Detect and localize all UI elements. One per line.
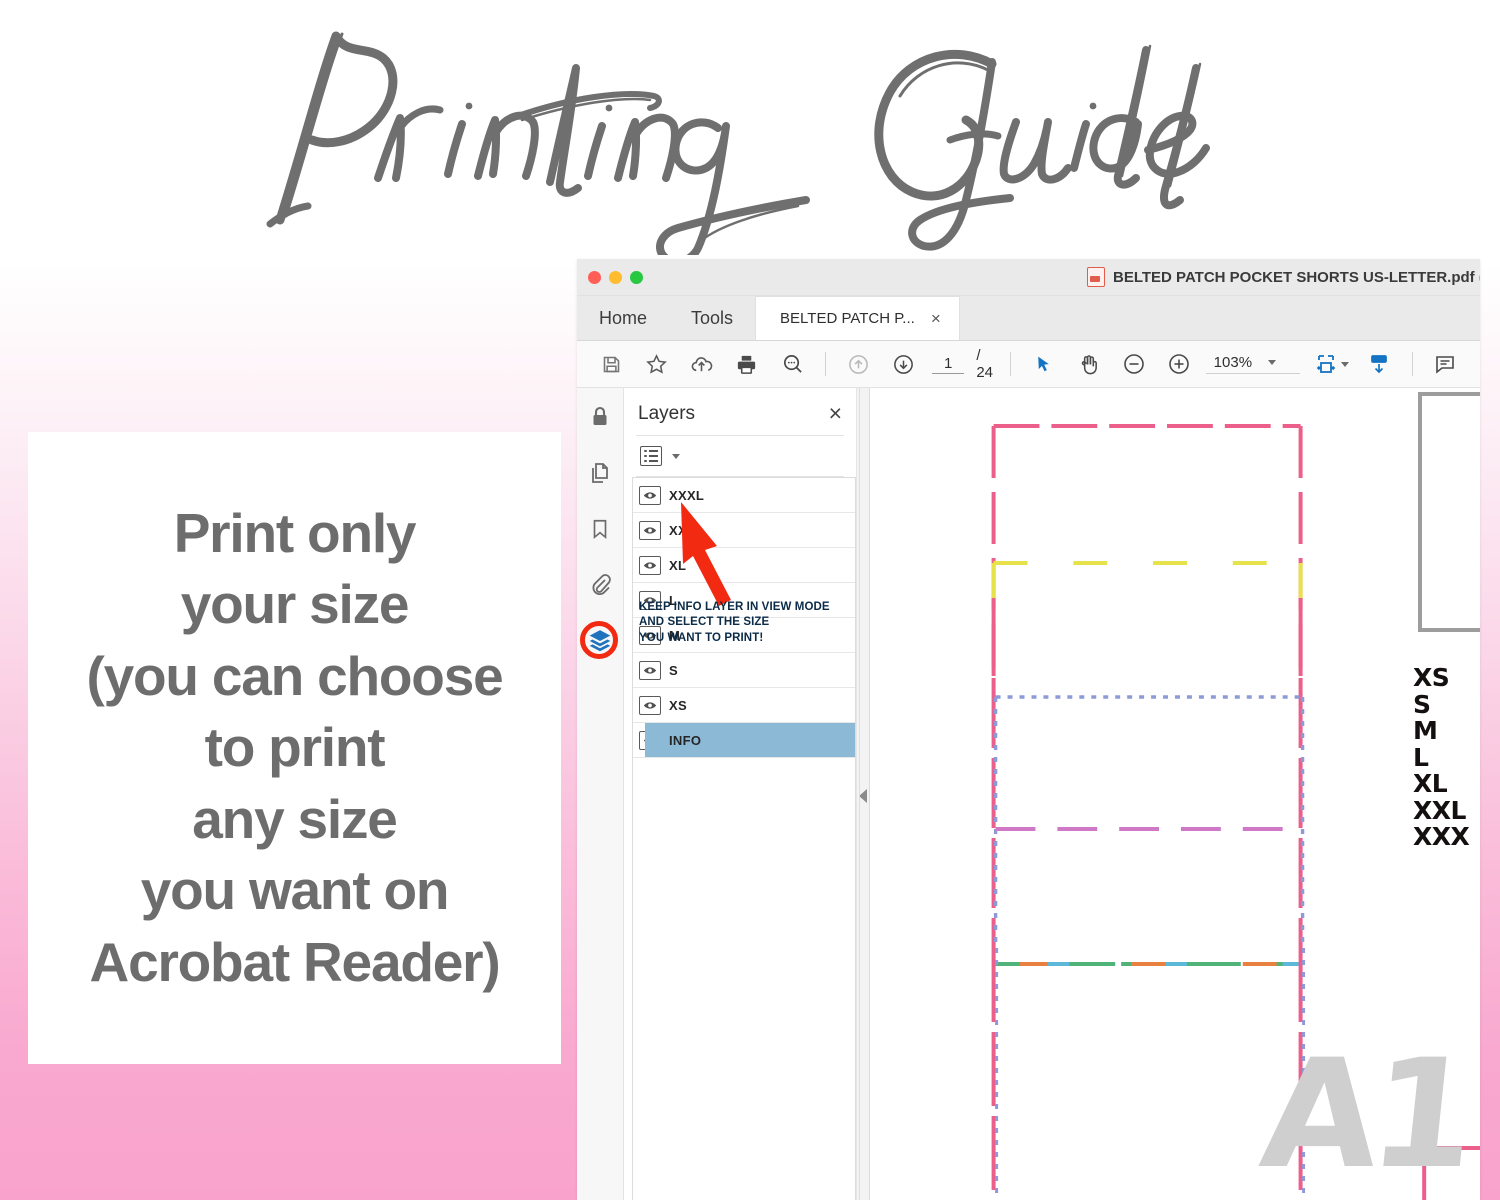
zoom-out-icon[interactable] [1111, 341, 1156, 387]
layer-options-icon[interactable] [640, 446, 662, 466]
close-icon[interactable]: × [829, 402, 842, 425]
tab-close-icon[interactable]: × [931, 310, 941, 327]
navigation-rail [577, 388, 624, 1200]
layer-label: INFO [669, 732, 702, 748]
next-page-icon[interactable] [881, 341, 926, 387]
document-viewport[interactable]: A1 XS S M L XL XXL XXX [870, 388, 1480, 1200]
fit-page-chevron-icon[interactable] [1340, 361, 1349, 367]
layers-options-row [624, 436, 856, 476]
size-legend-item: L [1413, 742, 1429, 772]
upload-cloud-icon[interactable] [679, 341, 724, 387]
size-legend-item: S [1413, 689, 1431, 719]
instruction-line-2: your size [180, 573, 410, 636]
layer-label: XS [669, 697, 687, 713]
size-legend-item: XXX [1413, 822, 1470, 851]
layer-row[interactable]: S [633, 653, 855, 688]
layer-row[interactable]: XS [633, 688, 855, 723]
security-lock-icon[interactable] [583, 400, 617, 434]
bookmarks-icon[interactable] [583, 512, 617, 546]
layers-panel-header: Layers × [624, 388, 856, 435]
close-window-button[interactable] [588, 270, 601, 284]
info-box-rectangle [1418, 392, 1480, 632]
size-legend: XS S M L XL XXL XXX [1413, 663, 1470, 851]
size-legend-item: M [1413, 716, 1438, 745]
toolbar-divider-3 [1411, 352, 1413, 376]
layers-panel-title: Layers [638, 402, 696, 424]
toolbar-divider-1 [824, 352, 826, 376]
zoom-in-icon[interactable] [1157, 341, 1202, 387]
tab-strip: Home Tools BELTED PATCH P... × [577, 296, 1480, 341]
pdf-file-icon [1087, 267, 1105, 287]
annotation-text: KEEP INFO LAYER IN VIEW MODE AND SELECT … [639, 601, 830, 644]
layer-options-chevron-icon[interactable] [672, 453, 680, 459]
acrobat-reader-window: BELTED PATCH POCKET SHORTS US-LETTER.pdf… [577, 259, 1480, 1200]
star-icon[interactable] [634, 341, 679, 387]
scroll-mode-icon[interactable] [1357, 341, 1402, 387]
search-comment-icon[interactable] [770, 341, 815, 387]
instruction-line-1: Print only [173, 501, 417, 564]
print-icon[interactable] [724, 341, 769, 387]
layer-label: S [669, 662, 678, 678]
size-legend-item: XL [1413, 769, 1448, 798]
tab-document[interactable]: BELTED PATCH P... × [755, 296, 960, 340]
save-icon[interactable] [589, 341, 634, 387]
maximize-window-button[interactable] [630, 270, 643, 284]
toolbar-divider-2 [1010, 352, 1012, 376]
page-total-label: / 24 [976, 347, 993, 381]
application-body: Layers × XXXL XL L M S XS INFO KEEP INFO… [577, 388, 1480, 1200]
page-number-input[interactable]: 1 [931, 355, 965, 374]
page-tile-watermark: A1 [1253, 1028, 1477, 1200]
layer-row-selected[interactable]: INFO [633, 723, 855, 758]
printing-guide-script-lettering: Printing Guide [266, 31, 1210, 255]
instruction-card: Print only your size (you can choose to … [28, 432, 561, 1064]
tab-home[interactable]: Home [577, 296, 669, 340]
select-tool-icon[interactable] [1021, 341, 1066, 387]
chevron-down-icon[interactable] [1268, 360, 1277, 365]
zoom-level-control[interactable]: 103% [1205, 354, 1300, 374]
page-title: Printing Guide [0, 10, 1500, 255]
instruction-line-7: Acrobat Reader) [89, 930, 501, 993]
collapse-panel-icon[interactable] [859, 788, 867, 803]
instruction-line-3: (you can choose [86, 644, 504, 707]
window-titlebar: BELTED PATCH POCKET SHORTS US-LETTER.pdf… [577, 259, 1480, 296]
zoom-level-value: 103% [1213, 354, 1253, 371]
size-legend-item: XXL [1413, 795, 1466, 825]
instruction-line-4: to print [204, 716, 386, 779]
tab-document-label: BELTED PATCH P... [780, 310, 915, 327]
panel-splitter[interactable] [857, 388, 870, 1200]
layers-panel: Layers × XXXL XL L M S XS INFO KEEP INFO… [624, 388, 857, 1200]
attachments-icon[interactable] [583, 568, 617, 602]
window-traffic-lights [577, 270, 643, 284]
tab-tools[interactable]: Tools [669, 296, 755, 340]
layers-icon[interactable] [580, 621, 618, 659]
layers-list: XXXL XXL [632, 477, 856, 1200]
annotation-arrow-icon [681, 502, 731, 606]
main-toolbar: 1 / 24 103% [577, 341, 1480, 388]
hand-tool-icon[interactable] [1066, 341, 1111, 387]
page-thumbnails-icon[interactable] [583, 456, 617, 490]
page-navigator: 1 / 24 [931, 347, 1000, 381]
comment-icon[interactable] [1423, 341, 1468, 387]
instruction-line-6: you want on [140, 859, 450, 922]
window-title: BELTED PATCH POCKET SHORTS US-LETTER.pdf… [1087, 259, 1480, 295]
previous-page-icon[interactable] [836, 341, 881, 387]
pdf-page: A1 XS S M L XL XXL XXX [870, 388, 1480, 1200]
size-legend-item: XS [1413, 663, 1450, 692]
instruction-line-5: any size [192, 787, 398, 850]
minimize-window-button[interactable] [609, 270, 622, 284]
window-title-text: BELTED PATCH POCKET SHORTS US-LETTER.pdf… [1113, 268, 1480, 286]
